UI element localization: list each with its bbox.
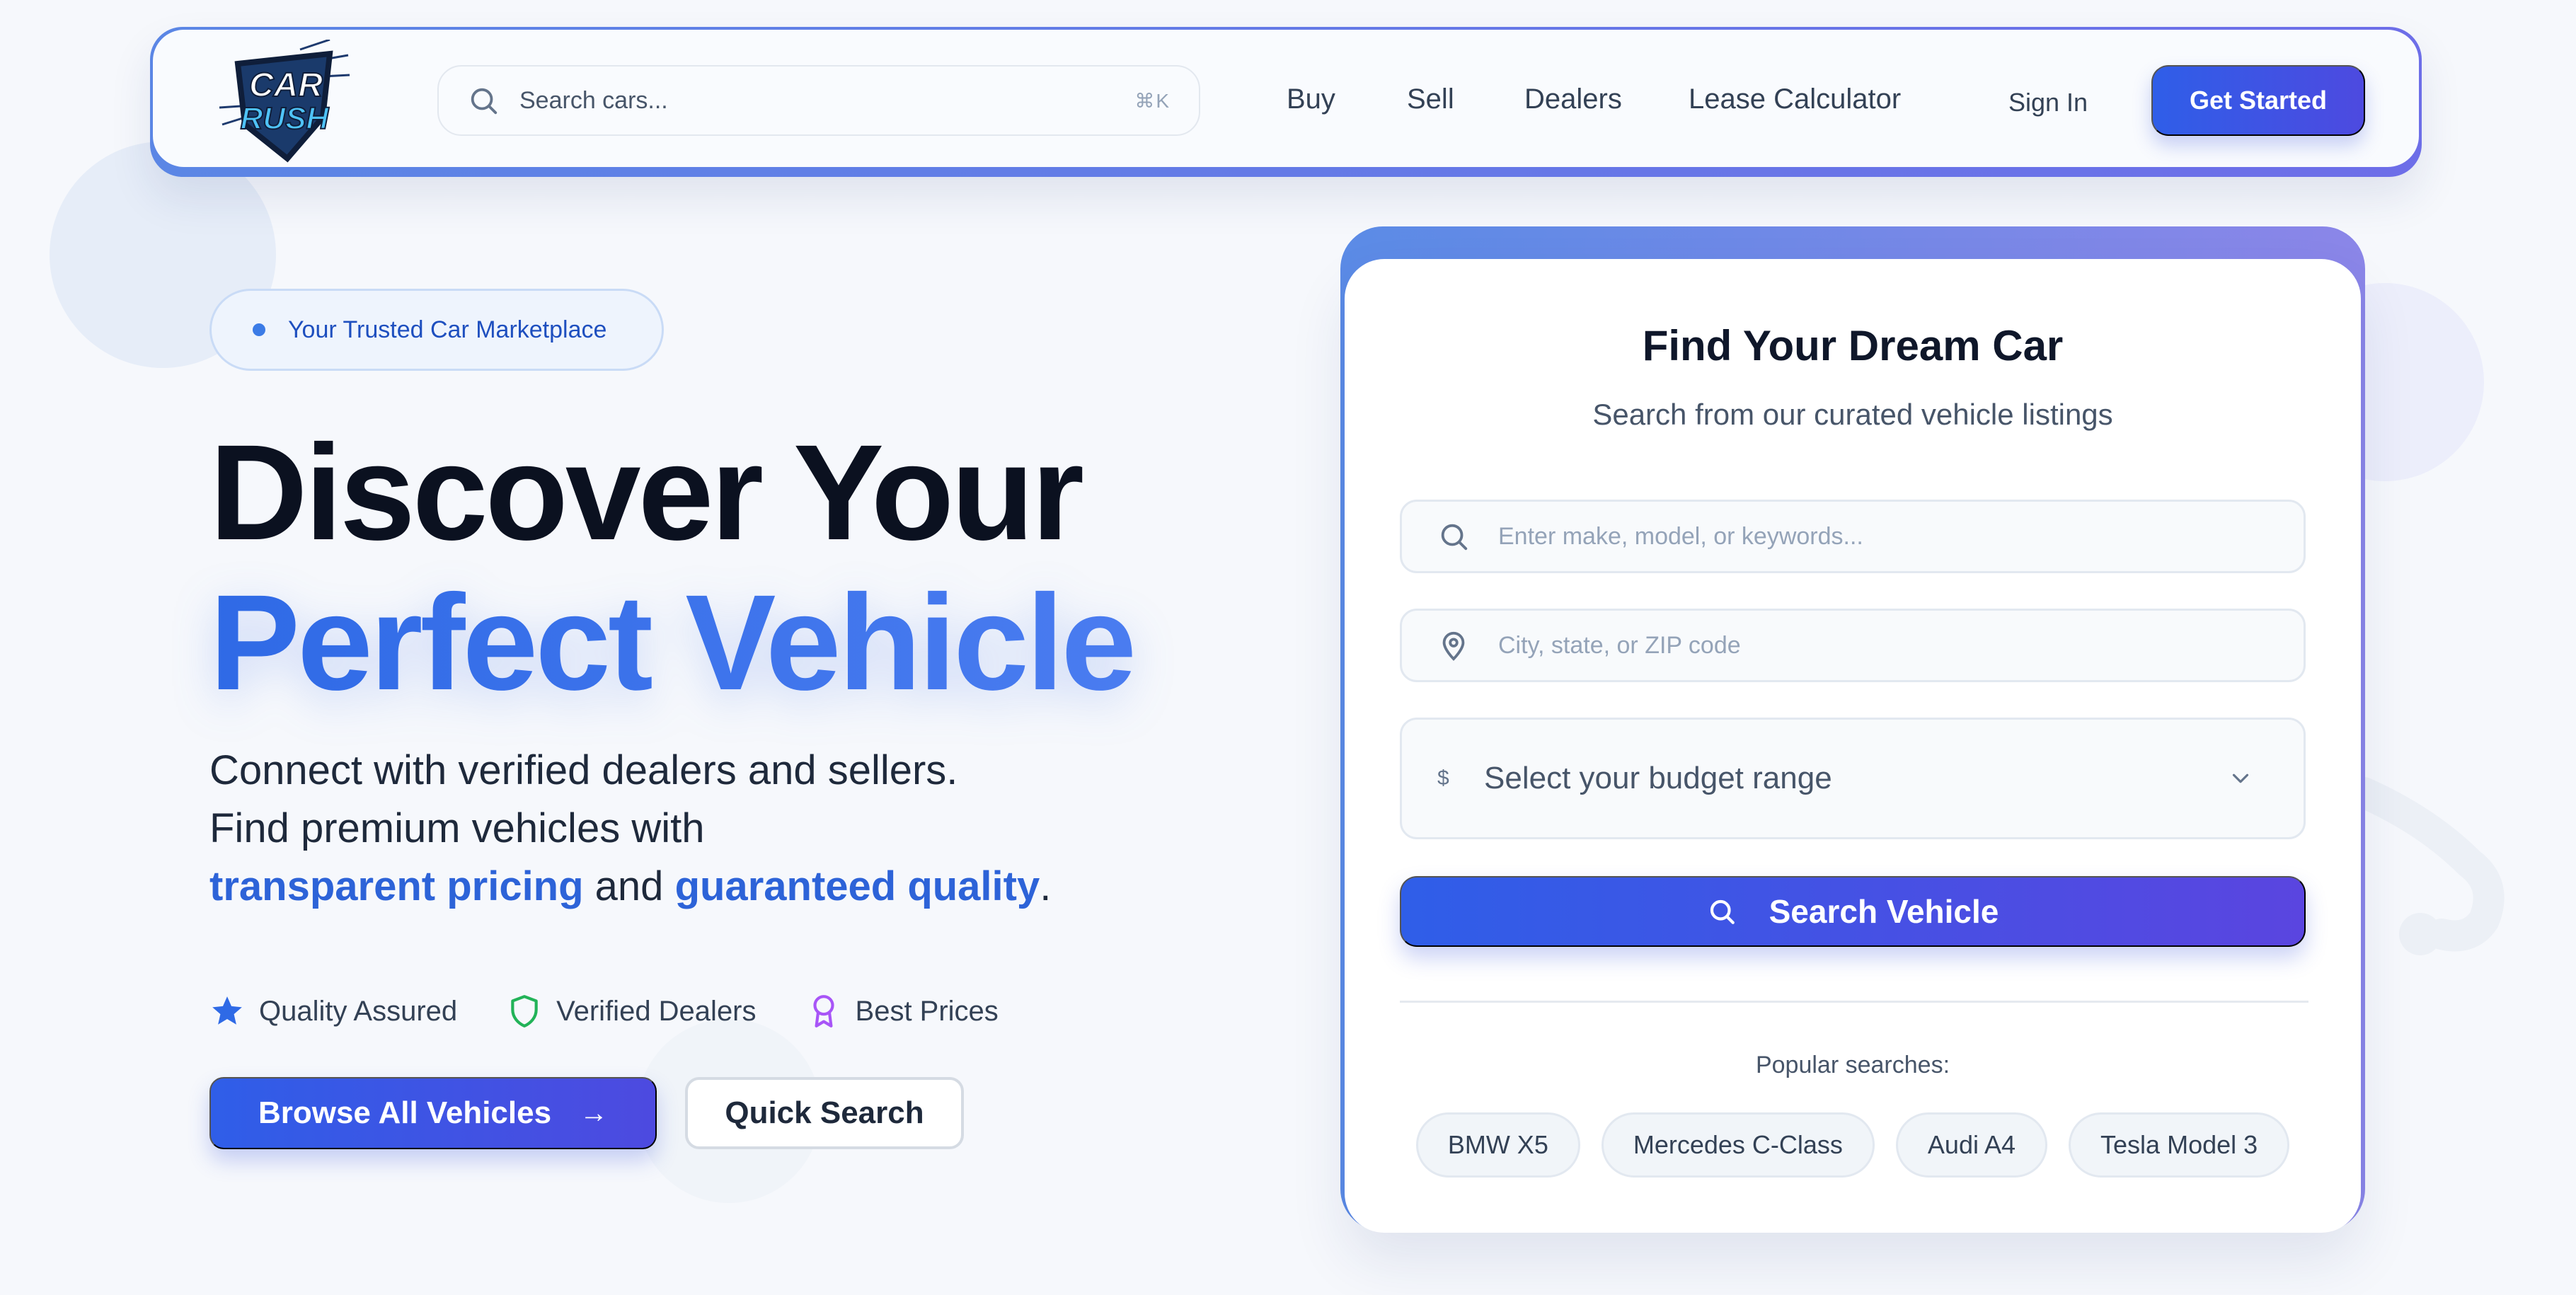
hero-subtitle-line-1: Connect with verified dealers and seller… <box>209 747 958 793</box>
feature-label: Verified Dealers <box>556 995 757 1027</box>
subtitle-and: and <box>594 863 664 909</box>
arrow-right-icon: → <box>580 1097 609 1129</box>
location-placeholder: City, state, or ZIP code <box>1498 631 1741 659</box>
search-icon <box>1441 524 1468 551</box>
feature-label: Quality Assured <box>259 995 458 1027</box>
quick-search-button[interactable]: Quick Search <box>685 1077 964 1149</box>
popular-searches-list: BMW X5 Mercedes C-Class Audi A4 Tesla Mo… <box>1345 1112 2361 1178</box>
popular-searches-label: Popular searches: <box>1755 1052 1950 1078</box>
budget-placeholder: Select your budget range <box>1484 761 1832 795</box>
highlight-transparent-pricing: transparent pricing <box>209 863 584 909</box>
hero-title-line-2: Perfect Vehicle <box>209 566 1137 718</box>
browse-all-vehicles-button[interactable]: Browse All Vehicles → <box>209 1077 657 1149</box>
search-vehicle-label: Search Vehicle <box>1769 893 1999 930</box>
map-pin-icon <box>1442 631 1465 661</box>
header-search-input[interactable]: Search cars... ⌘K <box>437 65 1200 136</box>
search-card: Find Your Dream Car Search from our cura… <box>1345 259 2361 1233</box>
feature-quality-assured: Quality Assured <box>209 994 457 1029</box>
shield-icon <box>511 995 538 1028</box>
feature-best-prices: Best Prices <box>806 994 999 1029</box>
dollar-icon: $ <box>1437 766 1449 790</box>
location-input[interactable]: City, state, or ZIP code <box>1400 609 2306 682</box>
nav-dealers[interactable]: Dealers <box>1524 84 1622 115</box>
search-shortcut-hint: ⌘K <box>1134 89 1171 112</box>
hero-subtitle-line-2: Find premium vehicles with <box>209 805 705 851</box>
popular-chip-audi-a4[interactable]: Audi A4 <box>1895 1112 2048 1178</box>
get-started-button[interactable]: Get Started <box>2151 65 2365 136</box>
car-rush-logo[interactable]: CAR RUSH <box>217 40 351 164</box>
svg-text:CAR: CAR <box>249 67 323 104</box>
popular-chip-tesla-model-3[interactable]: Tesla Model 3 <box>2069 1112 2290 1178</box>
star-icon <box>212 996 242 1025</box>
chevron-down-icon <box>2232 773 2249 783</box>
hero-badge: Your Trusted Car Marketplace <box>209 289 664 371</box>
feature-list: Quality Assured Verified Dealers Best Pr… <box>209 994 1048 1029</box>
search-icon <box>471 88 498 115</box>
popular-chip-bmw-x5[interactable]: BMW X5 <box>1415 1112 1580 1178</box>
badge-dot <box>253 323 265 336</box>
popular-chip-mercedes-c-class[interactable]: Mercedes C-Class <box>1601 1112 1875 1178</box>
budget-select[interactable]: $ Select your budget range <box>1400 718 2306 839</box>
browse-button-label: Browse All Vehicles <box>258 1095 552 1130</box>
nav-buy[interactable]: Buy <box>1287 84 1335 115</box>
nav-sell[interactable]: Sell <box>1407 84 1454 115</box>
sign-in-link[interactable]: Sign In <box>2008 88 2088 117</box>
header-search-placeholder: Search cars... <box>519 86 668 114</box>
award-icon <box>812 995 834 1028</box>
hero-title-line-1: Discover Your <box>209 416 1084 568</box>
keyword-placeholder: Enter make, model, or keywords... <box>1498 522 1863 550</box>
keyword-input[interactable]: Enter make, model, or keywords... <box>1400 500 2306 573</box>
navbar-surface: CAR RUSH Search cars... ⌘K Buy Sell Deal… <box>153 30 2419 167</box>
top-navbar: CAR RUSH Search cars... ⌘K Buy Sell Deal… <box>150 27 2422 177</box>
search-icon <box>1710 899 1735 924</box>
svg-text:RUSH: RUSH <box>241 101 330 136</box>
badge-label: Your Trusted Car Marketplace <box>288 316 607 343</box>
hero-subtitle: Connect with verified dealers and seller… <box>209 742 1051 916</box>
search-card-subtitle: Search from our curated vehicle listings <box>1592 398 2113 431</box>
feature-verified-dealers: Verified Dealers <box>507 994 757 1029</box>
highlight-guaranteed-quality: guaranteed quality <box>674 863 1040 909</box>
search-card-title: Find Your Dream Car <box>1642 322 2064 369</box>
subtitle-period: . <box>1040 863 1052 909</box>
search-vehicle-button[interactable]: Search Vehicle <box>1400 876 2306 947</box>
card-divider <box>1400 1001 2308 1003</box>
feature-label: Best Prices <box>855 995 999 1027</box>
nav-lease-calculator[interactable]: Lease Calculator <box>1689 84 1901 115</box>
hero-subtitle-line-3: transparent pricing and guaranteed quali… <box>209 858 1051 916</box>
